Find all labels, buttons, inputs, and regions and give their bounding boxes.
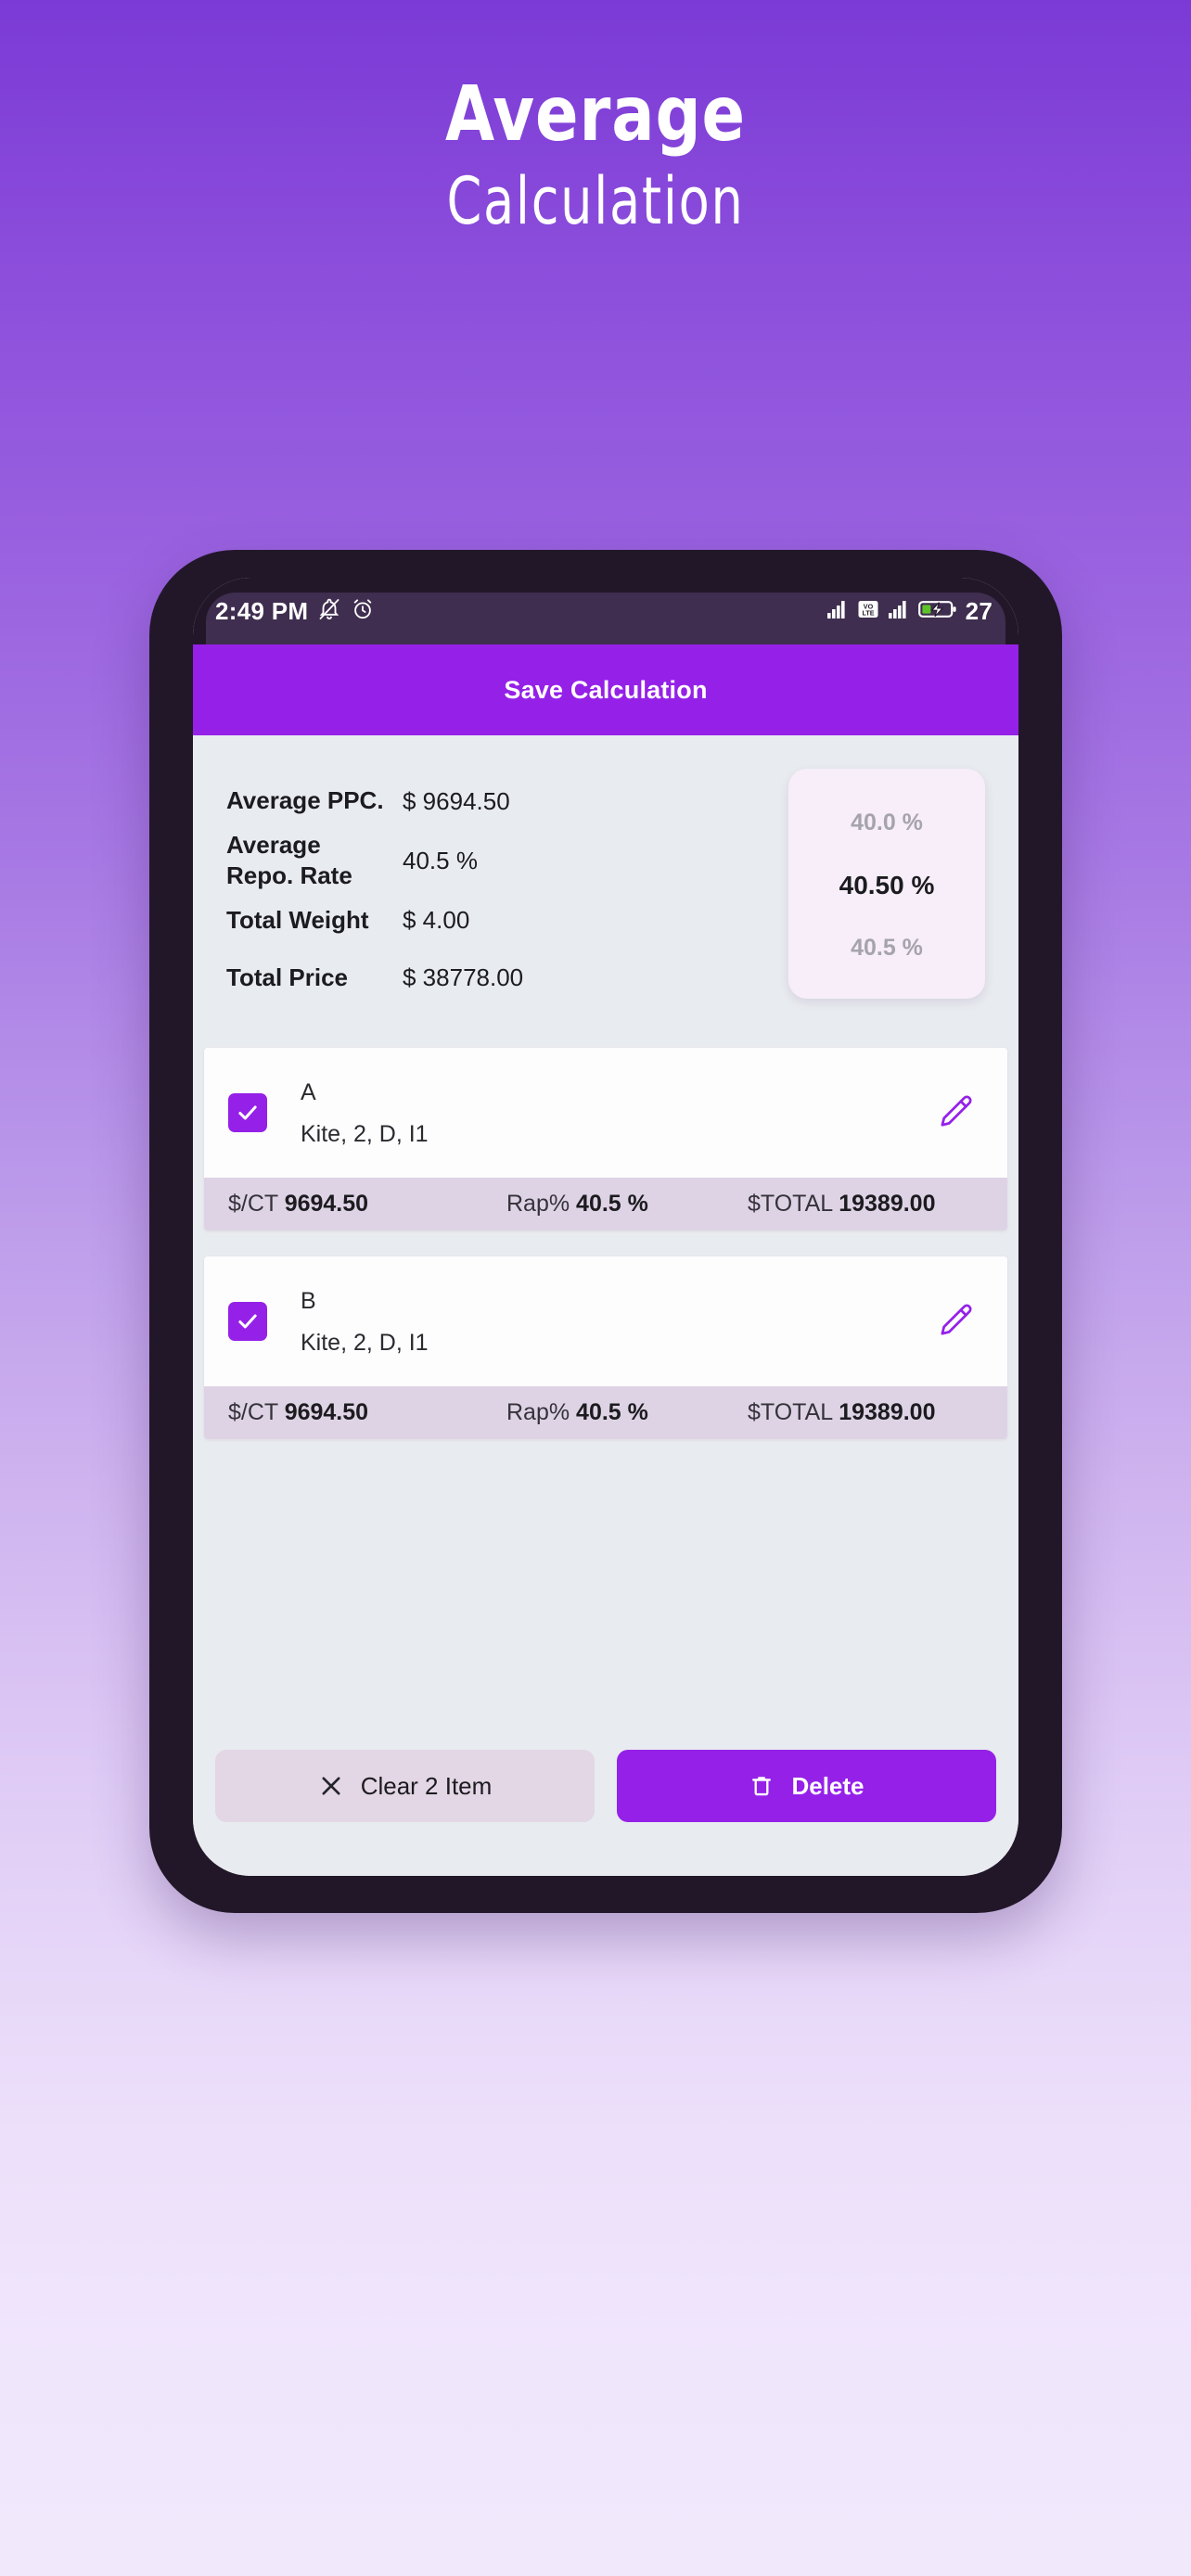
stat-rap-percent: Rap% 40.5 % <box>506 1191 748 1218</box>
stat-value: 9694.50 <box>284 1190 369 1217</box>
signal-bars-icon <box>826 599 849 624</box>
trash-icon <box>752 1777 772 1796</box>
app-bar: Save Calculation <box>193 644 1018 735</box>
stat-rap-percent: Rap% 40.5 % <box>506 1399 748 1426</box>
delete-button[interactable]: Delete <box>617 1750 996 1822</box>
alarm-clock-icon <box>351 597 375 626</box>
summary-label-line-2: Repo. Rate <box>226 861 352 890</box>
stat-label: Rap% <box>506 1190 570 1217</box>
summary-value: $ 38778.00 <box>403 963 524 992</box>
list-item-title: B <box>301 1287 316 1314</box>
status-bar: 2:49 PM VO LTE 27 <box>193 578 1018 652</box>
summary-label: Average Repo. Rate <box>226 830 403 892</box>
list-item-title: A <box>301 1078 316 1105</box>
summary-label: Total Price <box>226 963 349 991</box>
list-item-checkbox[interactable] <box>228 1092 267 1132</box>
battery-charging-icon <box>917 599 957 624</box>
stat-value: 40.5 % <box>576 1190 648 1217</box>
summary-row-average-repo-rate: Average Repo. Rate 40.5 % <box>226 830 788 892</box>
checkmark-icon <box>238 1314 257 1329</box>
picker-option-below[interactable]: 40.5 % <box>851 935 923 962</box>
stat-total: $TOTAL 19389.00 <box>748 1191 983 1218</box>
list-item-subtitle: Kite, 2, D, I1 <box>301 1121 429 1148</box>
hero-title-secondary: Calculation <box>446 162 745 239</box>
summary-value: $ 4.00 <box>403 906 470 935</box>
list-item-main[interactable]: B Kite, 2, D, I1 <box>204 1256 1007 1386</box>
pencil-icon <box>941 1304 972 1335</box>
list-item-texts: B Kite, 2, D, I1 <box>267 1284 929 1358</box>
picker-option-selected[interactable]: 40.50 % <box>839 871 935 900</box>
stat-label: $TOTAL <box>748 1398 833 1425</box>
summary-row-total-price: Total Price $ 38778.00 <box>226 950 788 1007</box>
picker-option-above[interactable]: 40.0 % <box>851 810 923 836</box>
hero-heading: Average Calculation <box>0 0 1191 245</box>
delete-label: Delete <box>791 1771 864 1800</box>
stat-label: $TOTAL <box>748 1190 833 1217</box>
phone-screen: 2:49 PM VO LTE 27 Save Calculation Avera… <box>193 578 1018 1876</box>
stat-total: $TOTAL 19389.00 <box>748 1399 983 1426</box>
battery-percent-label: 27 <box>965 596 992 625</box>
list-item-subtitle: Kite, 2, D, I1 <box>301 1330 429 1357</box>
close-x-icon <box>322 1777 340 1795</box>
bell-muted-icon <box>317 597 341 626</box>
checkmark-icon <box>238 1105 257 1120</box>
list-item-stats: $/CT 9694.50 Rap% 40.5 % $TOTAL 19389.00 <box>204 1385 1007 1439</box>
list-item-texts: A Kite, 2, D, I1 <box>267 1076 929 1150</box>
list-item[interactable]: B Kite, 2, D, I1 $/CT 9694.50 Rap% 40.5 … <box>204 1256 1007 1439</box>
phone-frame: 2:49 PM VO LTE 27 Save Calculation Avera… <box>149 550 1062 1913</box>
svg-text:LTE: LTE <box>862 608 874 617</box>
stat-label: Rap% <box>506 1398 570 1425</box>
volte-icon: VO LTE <box>857 599 879 624</box>
stat-price-per-carat: $/CT 9694.50 <box>228 1191 506 1218</box>
status-bar-right: VO LTE 27 <box>826 597 994 626</box>
hero-title-primary: Average <box>445 70 746 159</box>
summary-label: Total Weight <box>226 905 369 934</box>
summary-row-total-weight: Total Weight $ 4.00 <box>226 892 788 950</box>
status-bar-left: 2:49 PM <box>215 597 375 626</box>
list-item[interactable]: A Kite, 2, D, I1 $/CT 9694.50 Rap% 40.5 … <box>204 1047 1007 1231</box>
edit-item-button[interactable] <box>929 1087 981 1139</box>
app-bar-title: Save Calculation <box>504 675 708 704</box>
summary-rows: Average PPC. $ 9694.50 Average Repo. Rat… <box>193 769 788 1007</box>
stat-value: 40.5 % <box>576 1398 648 1425</box>
clear-items-label: Clear 2 Item <box>360 1771 493 1800</box>
edit-item-button[interactable] <box>929 1295 981 1347</box>
summary-row-average-ppc: Average PPC. $ 9694.50 <box>226 772 788 830</box>
item-list: A Kite, 2, D, I1 $/CT 9694.50 Rap% 40.5 … <box>193 1047 1018 1439</box>
clear-items-button[interactable]: Clear 2 Item <box>215 1750 595 1822</box>
summary-label: Average PPC. <box>226 786 384 815</box>
stat-value: 19389.00 <box>839 1190 936 1217</box>
signal-bars-2-icon <box>888 599 910 624</box>
summary-label-line-1: Average <box>226 831 321 859</box>
stat-value: 9694.50 <box>284 1398 369 1425</box>
summary-value: $ 9694.50 <box>403 786 510 815</box>
summary-section: Average PPC. $ 9694.50 Average Repo. Rat… <box>193 735 1018 1048</box>
list-item-checkbox[interactable] <box>228 1301 267 1341</box>
list-item-stats: $/CT 9694.50 Rap% 40.5 % $TOTAL 19389.00 <box>204 1177 1007 1231</box>
stat-price-per-carat: $/CT 9694.50 <box>228 1399 506 1426</box>
stat-value: 19389.00 <box>839 1398 936 1425</box>
stat-label: $/CT <box>228 1190 278 1217</box>
summary-value: 40.5 % <box>403 846 478 874</box>
rapaport-percent-picker[interactable]: 40.0 % 40.50 % 40.5 % <box>788 769 985 999</box>
stat-label: $/CT <box>228 1398 278 1425</box>
status-bar-clock: 2:49 PM <box>215 596 309 625</box>
bottom-action-bar: Clear 2 Item Delete <box>193 1750 1018 1876</box>
pencil-icon <box>941 1095 972 1127</box>
list-item-main[interactable]: A Kite, 2, D, I1 <box>204 1047 1007 1178</box>
